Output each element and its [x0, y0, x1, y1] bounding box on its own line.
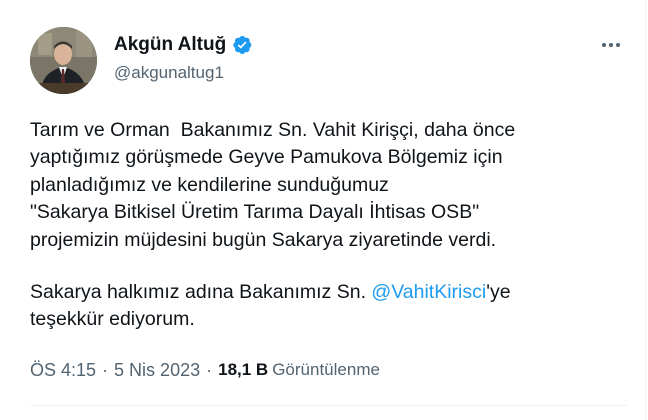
- tweet-metadata: ÖS 4:15 · 5 Nis 2023 · 18,1 B Görüntülen…: [30, 357, 380, 383]
- separator-dot: ·: [102, 359, 109, 380]
- separator-dot: ·: [206, 359, 213, 380]
- author-display-name[interactable]: Akgün Altuğ: [114, 32, 226, 58]
- tweet-line: Sakarya halkımız adına Bakanımız Sn. @Va…: [30, 279, 630, 306]
- tweet-time[interactable]: ÖS 4:15: [30, 360, 96, 381]
- mention-link[interactable]: @VahitKirisci: [371, 281, 486, 303]
- tweet-line: Tarım ve Orman Bakanımız Sn. Vahit Kiriş…: [30, 119, 516, 141]
- tweet-text: Tarım ve Orman Bakanımız Sn. Vahit Kiriş…: [30, 117, 630, 334]
- author-handle[interactable]: @akgunaltug1: [114, 62, 224, 84]
- tweet-text-segment: 'ye: [486, 281, 511, 304]
- tweet-line: projemizin müjdesini bugün Sakarya ziyar…: [30, 228, 497, 251]
- tweet-text-segment: Sakarya halkımız adına Bakanımız Sn.: [30, 281, 372, 304]
- tweet-line: planladığımız ve kendilerine sunduğumuz: [30, 173, 389, 196]
- author-avatar[interactable]: [30, 27, 97, 94]
- views-count[interactable]: 18,1 B: [218, 360, 268, 380]
- author-name-row: Akgün Altuğ: [114, 32, 253, 58]
- tweet-line: "Sakarya Bitkisel Üretim Tarıma Dayalı İ…: [30, 201, 480, 224]
- views-label: Görüntülenme: [272, 360, 380, 379]
- tweet-card: Akgün Altuğ @akgunaltug1 Tarım ve Orman …: [0, 0, 646, 420]
- tweet-line: teşekkür ediyorum.: [30, 308, 195, 331]
- more-options-icon[interactable]: [597, 33, 625, 57]
- divider: [30, 405, 628, 406]
- verified-badge-icon[interactable]: [231, 34, 253, 56]
- tweet-line: yaptığımız görüşmede Geyve Pamukova Bölg…: [30, 146, 503, 169]
- tweet-date[interactable]: 5 Nis 2023: [114, 360, 200, 381]
